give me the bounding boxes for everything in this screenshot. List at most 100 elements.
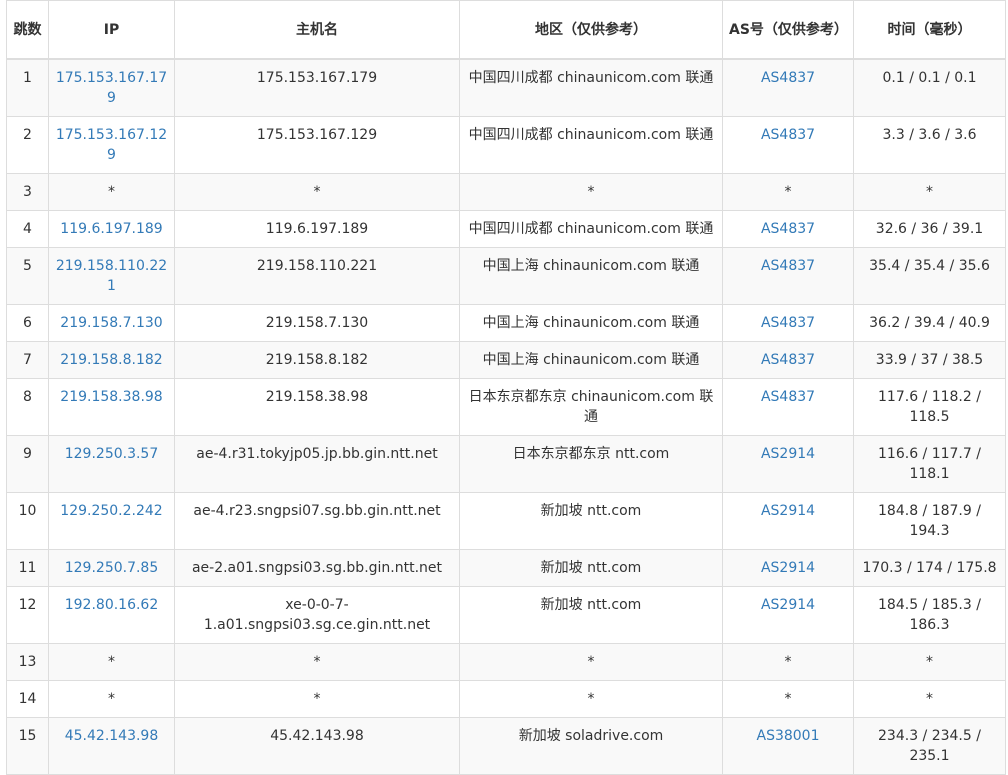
cell-hostname: * (174, 680, 460, 718)
cell-ip-link[interactable]: 175.153.167.179 (56, 70, 167, 106)
cell-as-link[interactable]: AS2914 (761, 503, 815, 519)
cell-geo: 新加坡 ntt.com (459, 586, 723, 644)
traceroute-table: 跳数 IP 主机名 地区（仅供参考） AS号（仅供参考） 时间（毫秒） 1 175… (6, 0, 1006, 775)
cell-ip-link[interactable]: 175.153.167.129 (56, 127, 167, 163)
header-hostname: 主机名 (174, 0, 460, 60)
header-geo: 地区（仅供参考） (459, 0, 723, 60)
cell-geo: 日本东京都东京 chinaunicom.com 联通 (459, 378, 723, 436)
cell-as-link[interactable]: AS4837 (761, 70, 815, 86)
cell-time: 36.2 / 39.4 / 40.9 (853, 304, 1006, 342)
cell-ip: 192.80.16.62 (48, 586, 175, 644)
cell-geo: 日本东京都东京 ntt.com (459, 435, 723, 493)
cell-as: AS4837 (722, 116, 854, 174)
table-row: 11 129.250.7.85 ae-2.a01.sngpsi03.sg.bb.gi… (6, 549, 1006, 587)
cell-as-link[interactable]: AS2914 (761, 560, 815, 576)
cell-hop: 12 (6, 586, 49, 644)
cell-time: * (853, 643, 1006, 681)
cell-as-link[interactable]: AS4837 (761, 127, 815, 143)
cell-ip: 45.42.143.98 (48, 717, 175, 775)
cell-as-link[interactable]: AS4837 (761, 315, 815, 331)
cell-time: * (853, 680, 1006, 718)
cell-hostname: * (174, 643, 460, 681)
table-row: 10 129.250.2.242 ae-4.r23.sngpsi07.sg.bb.g… (6, 492, 1006, 550)
table-row: 9 129.250.3.57 ae-4.r31.tokyjp05.jp.bb.gin… (6, 435, 1006, 493)
header-as: AS号（仅供参考） (722, 0, 854, 60)
cell-as: AS4837 (722, 378, 854, 436)
cell-ip-link[interactable]: 219.158.7.130 (60, 315, 162, 331)
cell-ip: 119.6.197.189 (48, 210, 175, 248)
cell-ip: 219.158.110.221 (48, 247, 175, 305)
table-row: 4 119.6.197.189 119.6.197.189 中国四川成都 chinau… (6, 210, 1006, 248)
cell-time: 234.3 / 234.5 / 235.1 (853, 717, 1006, 775)
cell-hop: 13 (6, 643, 49, 681)
cell-hop: 15 (6, 717, 49, 775)
cell-ip-link[interactable]: 129.250.7.85 (65, 560, 159, 576)
header-hop: 跳数 (6, 0, 49, 60)
cell-geo: 新加坡 ntt.com (459, 549, 723, 587)
cell-as-link[interactable]: AS38001 (757, 728, 820, 744)
cell-as-link[interactable]: AS4837 (761, 258, 815, 274)
cell-time: 0.1 / 0.1 / 0.1 (853, 58, 1006, 117)
cell-ip-link[interactable]: 192.80.16.62 (65, 597, 159, 613)
cell-time: * (853, 173, 1006, 211)
cell-hop: 10 (6, 492, 49, 550)
cell-geo: 中国四川成都 chinaunicom.com 联通 (459, 116, 723, 174)
cell-ip: 219.158.8.182 (48, 341, 175, 379)
cell-ip-link[interactable]: 219.158.38.98 (60, 389, 162, 405)
cell-ip-link[interactable]: 119.6.197.189 (60, 221, 162, 237)
cell-time: 116.6 / 117.7 / 118.1 (853, 435, 1006, 493)
cell-ip: 175.153.167.129 (48, 116, 175, 174)
table-body: 1 175.153.167.179 175.153.167.179 中国四川成都 ch… (6, 58, 1006, 775)
cell-hostname: 119.6.197.189 (174, 210, 460, 248)
cell-ip-link[interactable]: 45.42.143.98 (65, 728, 159, 744)
cell-geo: 中国上海 chinaunicom.com 联通 (459, 341, 723, 379)
cell-as: AS2914 (722, 435, 854, 493)
cell-time: 184.5 / 185.3 / 186.3 (853, 586, 1006, 644)
cell-as: AS2914 (722, 586, 854, 644)
cell-as-link[interactable]: AS4837 (761, 352, 815, 368)
cell-time: 170.3 / 174 / 175.8 (853, 549, 1006, 587)
cell-hostname: 219.158.38.98 (174, 378, 460, 436)
table-row: 2 175.153.167.129 175.153.167.129 中国四川成都 ch… (6, 116, 1006, 174)
cell-as-link[interactable]: AS4837 (761, 221, 815, 237)
cell-hostname: 219.158.7.130 (174, 304, 460, 342)
cell-hop: 5 (6, 247, 49, 305)
cell-as: * (722, 680, 854, 718)
cell-hop: 6 (6, 304, 49, 342)
cell-ip: 129.250.2.242 (48, 492, 175, 550)
cell-hostname: 175.153.167.129 (174, 116, 460, 174)
cell-ip-link[interactable]: 219.158.110.221 (56, 258, 167, 294)
cell-ip: 129.250.7.85 (48, 549, 175, 587)
table-row: 1 175.153.167.179 175.153.167.179 中国四川成都 ch… (6, 58, 1006, 117)
cell-hop: 14 (6, 680, 49, 718)
cell-geo: * (459, 173, 723, 211)
cell-hop: 2 (6, 116, 49, 174)
cell-as: AS4837 (722, 341, 854, 379)
table-row: 14 * * * * * (6, 680, 1006, 718)
header-row: 跳数 IP 主机名 地区（仅供参考） AS号（仅供参考） 时间（毫秒） (6, 0, 1006, 60)
cell-time: 33.9 / 37 / 38.5 (853, 341, 1006, 379)
cell-hostname: 45.42.143.98 (174, 717, 460, 775)
traceroute-results: 跳数 IP 主机名 地区（仅供参考） AS号（仅供参考） 时间（毫秒） 1 175… (0, 0, 1006, 775)
table-row: 6 219.158.7.130 219.158.7.130 中国上海 chinauni… (6, 304, 1006, 342)
cell-as-link[interactable]: AS2914 (761, 597, 815, 613)
cell-hostname: 219.158.110.221 (174, 247, 460, 305)
cell-as-link[interactable]: AS2914 (761, 446, 815, 462)
table-row: 7 219.158.8.182 219.158.8.182 中国上海 chinauni… (6, 341, 1006, 379)
cell-ip-link[interactable]: 219.158.8.182 (60, 352, 162, 368)
cell-hop: 9 (6, 435, 49, 493)
cell-as-link[interactable]: AS4837 (761, 389, 815, 405)
cell-ip: * (48, 173, 175, 211)
cell-geo: * (459, 643, 723, 681)
cell-ip: 129.250.3.57 (48, 435, 175, 493)
cell-hop: 1 (6, 58, 49, 117)
cell-hop: 8 (6, 378, 49, 436)
cell-ip-link[interactable]: 129.250.3.57 (65, 446, 159, 462)
cell-hop: 3 (6, 173, 49, 211)
cell-as: * (722, 173, 854, 211)
cell-ip-link[interactable]: 129.250.2.242 (60, 503, 162, 519)
cell-time: 117.6 / 118.2 / 118.5 (853, 378, 1006, 436)
cell-as: * (722, 643, 854, 681)
cell-as: AS4837 (722, 58, 854, 117)
header-time: 时间（毫秒） (853, 0, 1006, 60)
